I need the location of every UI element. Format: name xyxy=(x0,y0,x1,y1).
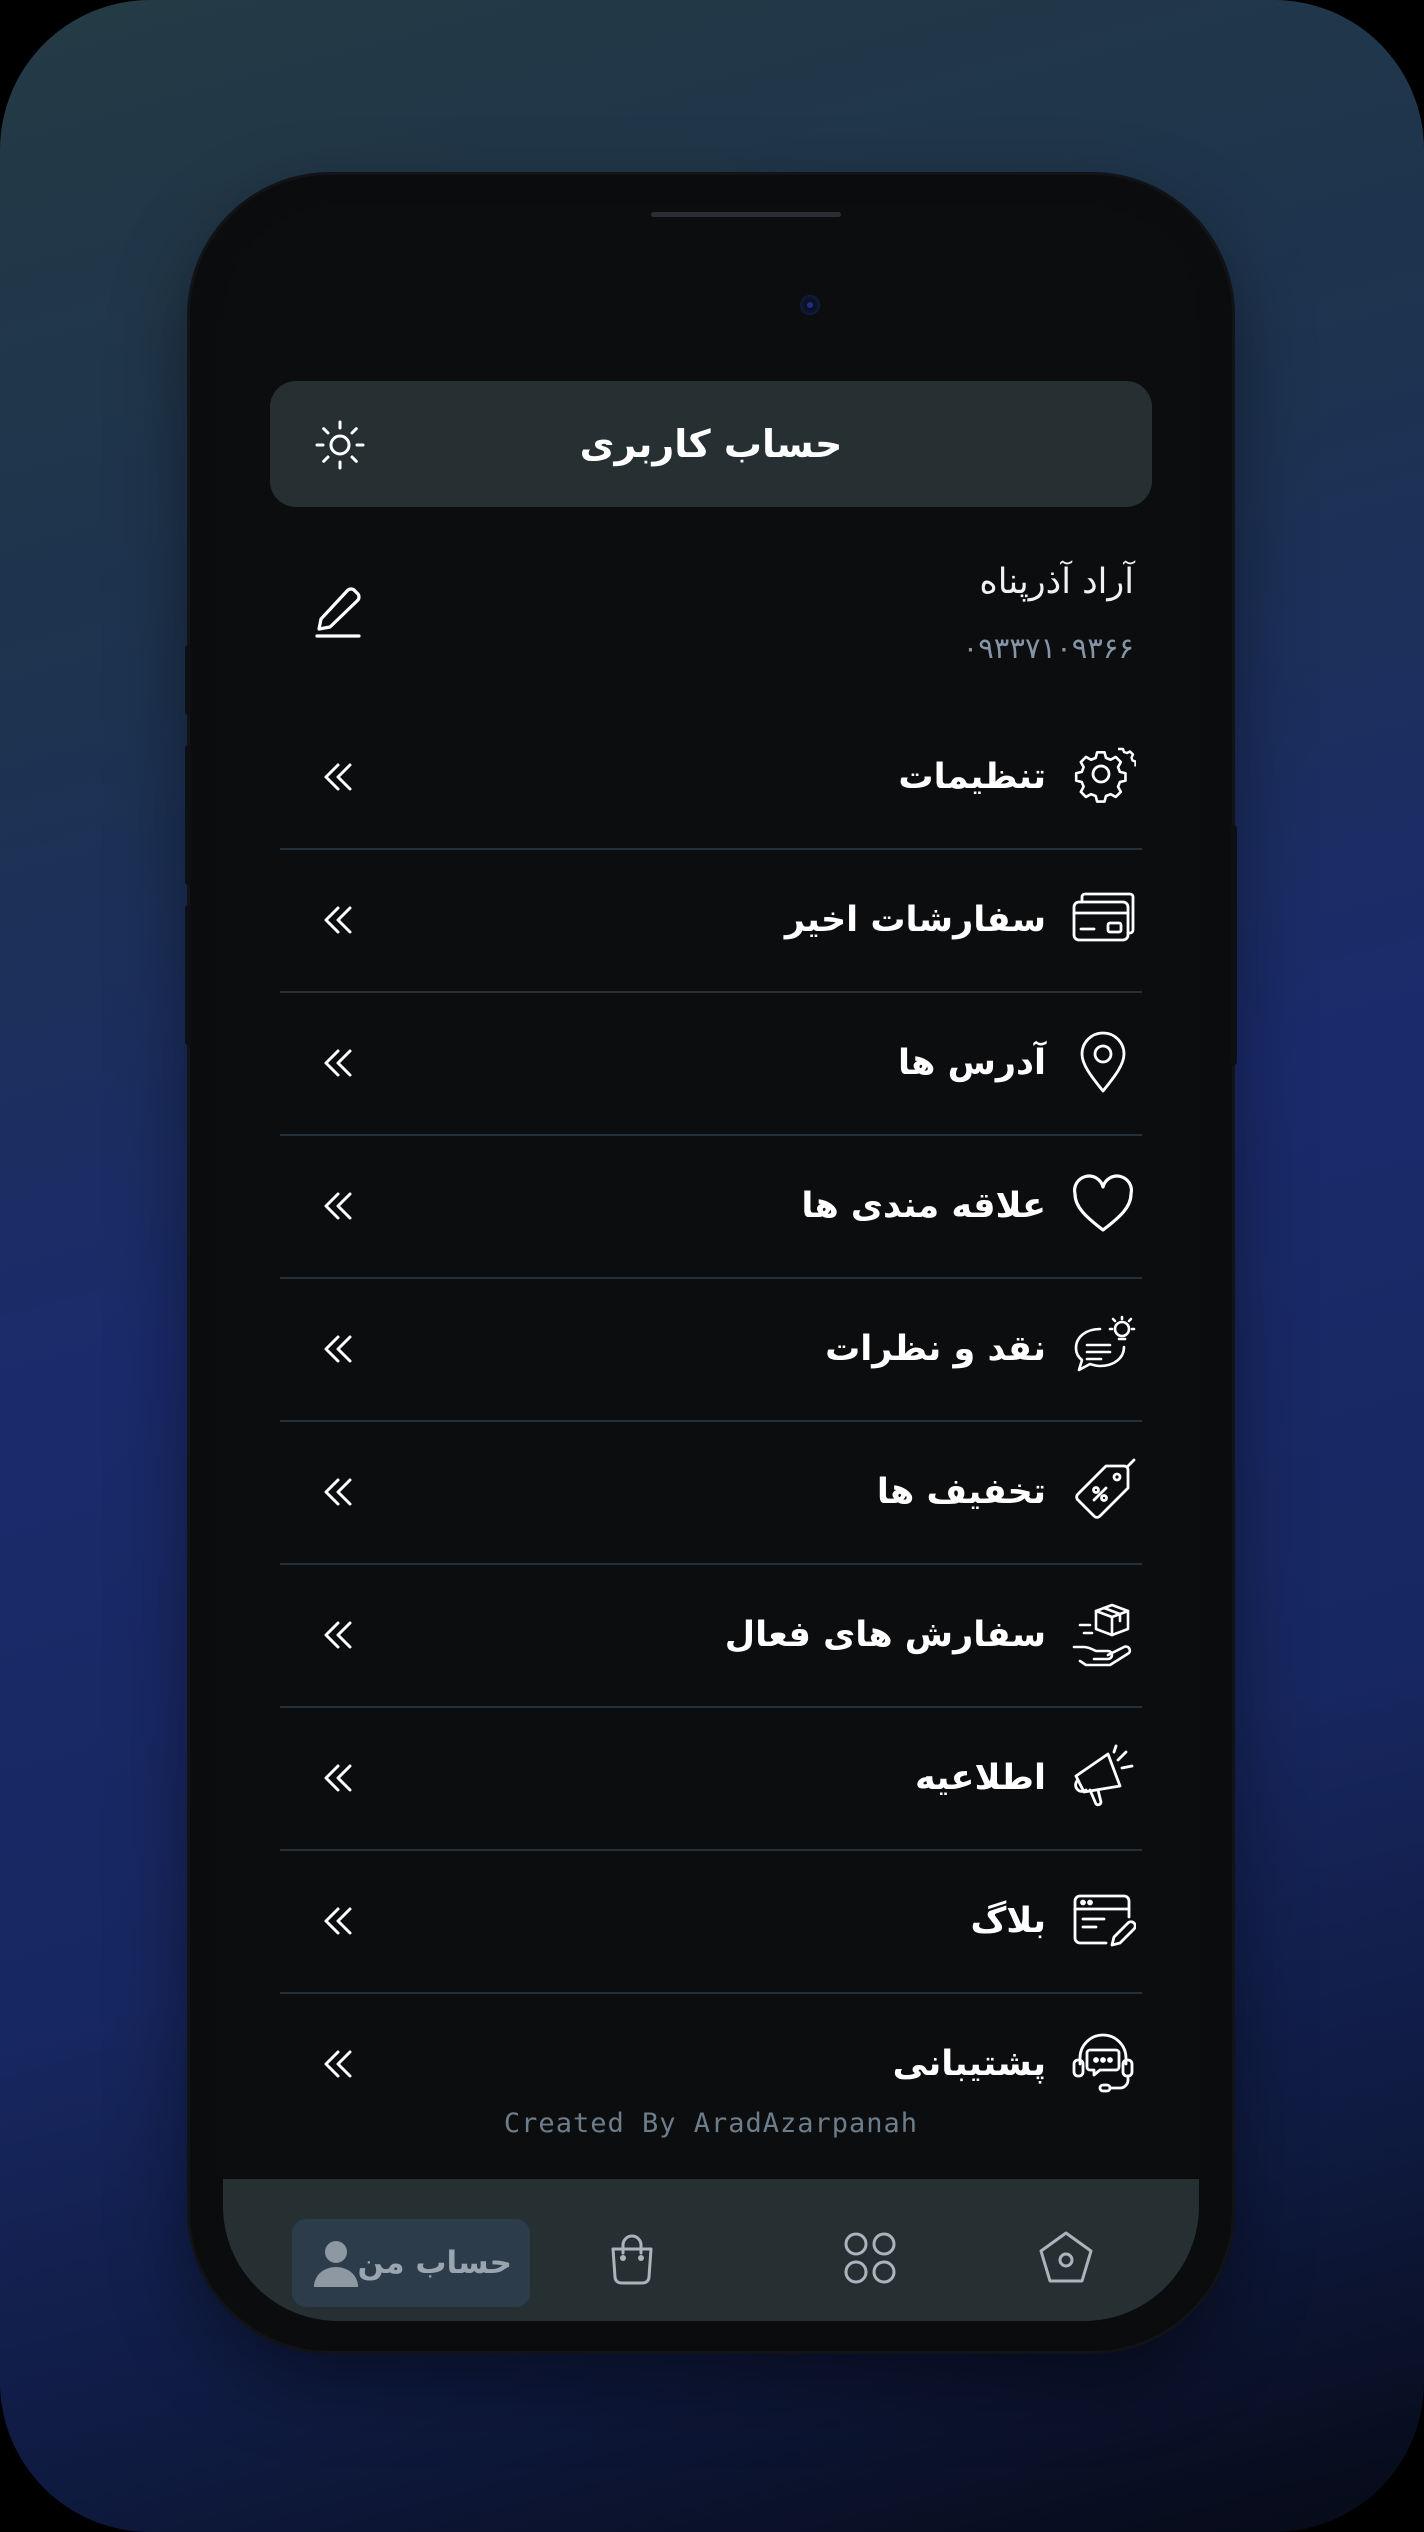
menu-item-label: سفارش های فعال xyxy=(724,1615,1046,1655)
sun-icon[interactable] xyxy=(314,419,366,471)
nav-account-label: حساب من xyxy=(357,2245,512,2281)
blog-edit-icon xyxy=(1070,1887,1136,1953)
megaphone-icon xyxy=(1070,1744,1136,1810)
chevrons-left-icon xyxy=(316,1756,360,1800)
comment-idea-icon xyxy=(1070,1315,1136,1381)
speaker-grille xyxy=(651,212,841,217)
menu-item-label: اطلاعیه xyxy=(915,1758,1046,1798)
phone-frame: حساب کاربری آراد آذرپناه ۰۹۳۳۷۱۰۹۳۶۶ تنظ… xyxy=(185,175,1237,2351)
menu-item-announcements[interactable]: اطلاعیه xyxy=(280,1708,1142,1851)
package-hand-icon xyxy=(1070,1601,1136,1667)
profile-phone: ۰۹۳۳۷۱۰۹۳۶۶ xyxy=(962,631,1134,665)
home-icon[interactable] xyxy=(1035,2227,1097,2289)
chevrons-left-icon xyxy=(316,1613,360,1657)
menu-item-active-orders[interactable]: سفارش های فعال xyxy=(280,1565,1142,1708)
menu-item-discounts[interactable]: تخفیف ها xyxy=(280,1422,1142,1565)
location-pin-icon xyxy=(1070,1029,1136,1095)
chevrons-left-icon xyxy=(316,2042,360,2086)
menu-item-blog[interactable]: بلاگ xyxy=(280,1851,1142,1994)
menu-item-label: سفارشات اخیر xyxy=(784,900,1046,940)
credit-card-icon xyxy=(1070,886,1136,952)
chevrons-left-icon xyxy=(316,755,360,799)
gear-icon xyxy=(1070,743,1136,809)
nav-account-button[interactable]: حساب من xyxy=(292,2219,530,2307)
menu-item-favorites[interactable]: علاقه مندی ها xyxy=(280,1136,1142,1279)
chevrons-left-icon xyxy=(316,1184,360,1228)
menu-item-reviews[interactable]: نقد و نظرات xyxy=(280,1279,1142,1422)
volume-down-button xyxy=(185,905,191,1045)
menu-item-recent-orders[interactable]: سفارشات اخیر xyxy=(280,850,1142,993)
credit-text: Created By AradAzarpanah xyxy=(503,2108,919,2139)
menu-item-label: تنظیمات xyxy=(898,757,1046,797)
discount-tag-icon xyxy=(1070,1458,1136,1524)
heart-icon xyxy=(1070,1172,1136,1238)
silent-switch xyxy=(185,645,191,715)
edit-pencil-icon[interactable] xyxy=(311,579,367,639)
chevrons-left-icon xyxy=(316,1327,360,1371)
account-menu: تنظیمات سفارشات اخیر آدرس ها علاقه مندی … xyxy=(280,707,1142,2135)
chevrons-left-icon xyxy=(316,1470,360,1514)
headset-support-icon xyxy=(1070,2030,1136,2096)
menu-item-addresses[interactable]: آدرس ها xyxy=(280,993,1142,1136)
menu-item-label: نقد و نظرات xyxy=(825,1329,1046,1369)
menu-item-label: تخفیف ها xyxy=(876,1472,1046,1512)
profile-name: آراد آذرپناه xyxy=(979,562,1134,602)
volume-up-button xyxy=(185,745,191,885)
bag-icon[interactable] xyxy=(601,2227,663,2289)
bottom-nav: حساب من xyxy=(223,2179,1199,2321)
power-button xyxy=(1231,825,1237,1065)
chevrons-left-icon xyxy=(316,1899,360,1943)
front-camera xyxy=(800,295,820,315)
chevrons-left-icon xyxy=(316,1041,360,1085)
menu-item-settings[interactable]: تنظیمات xyxy=(280,707,1142,850)
page-header: حساب کاربری xyxy=(270,381,1152,507)
chevrons-left-icon xyxy=(316,898,360,942)
phone-screen: حساب کاربری آراد آذرپناه ۰۹۳۳۷۱۰۹۳۶۶ تنظ… xyxy=(223,205,1199,2321)
page-title: حساب کاربری xyxy=(579,422,843,466)
menu-item-label: آدرس ها xyxy=(898,1043,1046,1083)
menu-item-label: علاقه مندی ها xyxy=(801,1186,1046,1226)
menu-item-label: بلاگ xyxy=(970,1901,1046,1941)
grid-icon[interactable] xyxy=(839,2227,901,2289)
